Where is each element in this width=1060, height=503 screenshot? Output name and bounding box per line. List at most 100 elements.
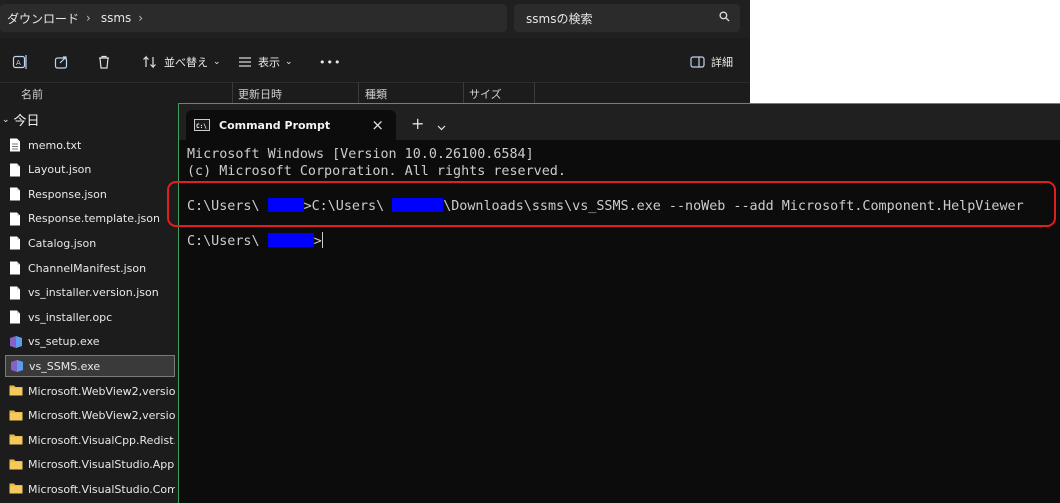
file-icon [9,163,21,177]
share-button[interactable] [54,52,70,72]
terminal-prompt-line: C:\Users\ > [187,232,323,249]
file-icon [9,261,21,275]
file-row[interactable]: memo.txt [5,134,175,156]
folder-icon [9,384,23,398]
prompt-text: C:\Users\ [187,234,260,249]
chevron-down-icon: ⌄ [285,57,293,67]
details-pane-icon [690,56,705,68]
rename-icon: A [12,55,27,69]
column-divider[interactable] [358,82,359,104]
new-tab-button[interactable]: + [411,114,424,133]
address-bar[interactable]: ダウンロード › ssms › [0,4,507,32]
share-icon [54,56,68,69]
file-row[interactable]: vs_setup.exe [5,331,175,353]
file-row[interactable]: Catalog.json [5,232,175,254]
terminal-line-copyright: (c) Microsoft Corporation. All rights re… [187,164,566,179]
chevron-down-icon[interactable] [437,116,446,135]
command-prompt-window: C:\ Command Prompt × + Microsoft Windows… [178,103,1060,503]
chevron-right-icon: › [86,11,91,25]
prompt-text: > [313,234,322,249]
file-name: Microsoft.VisualStudio.AppResp [28,458,175,472]
close-tab-icon[interactable]: × [371,116,384,134]
file-row[interactable]: Microsoft.WebView2,version=13 [5,380,175,402]
file-icon [9,187,21,201]
group-label: 今日 [13,114,40,129]
file-row[interactable]: Response.template.json [5,208,175,230]
file-row[interactable]: Response.json [5,183,175,205]
view-button[interactable]: 表示 ⌄ [238,52,293,72]
cmd-icon: C:\ [194,119,210,131]
tab-title: Command Prompt [219,118,331,132]
view-icon [239,57,251,67]
file-name: vs_installer.version.json [28,286,159,300]
trash-icon [99,55,109,69]
group-header-today[interactable]: ⌄ 今日 [2,110,40,129]
file-name: Microsoft.WebView2,version=13 [28,409,175,423]
column-divider[interactable] [534,82,535,104]
terminal-line-version: Microsoft Windows [Version 10.0.26100.65… [187,147,534,162]
rename-button[interactable]: A [12,52,28,72]
file-icon [9,286,21,300]
file-row[interactable]: Microsoft.VisualStudio.Commun [5,478,175,500]
search-input[interactable]: ssmsの検索 [526,10,719,27]
file-icon [9,236,21,250]
search-icon [719,11,730,25]
delete-button[interactable] [96,52,112,72]
chevron-right-icon[interactable]: › [138,11,143,25]
column-type[interactable]: 種類 [365,86,387,102]
details-label: 詳細 [711,56,733,69]
command-highlight-box [167,181,1056,227]
vs-installer-icon [9,335,22,349]
tab-command-prompt[interactable]: C:\ Command Prompt × [186,110,396,140]
column-modified[interactable]: 更新日時 [238,86,282,102]
breadcrumb-ssms[interactable]: ssms [101,11,131,25]
file-name: Microsoft.VisualStudio.Commun [28,482,175,496]
file-row[interactable]: Microsoft.WebView2,version=13 [5,405,175,427]
svg-text:C:\: C:\ [196,123,207,130]
chevron-down-icon: ⌄ [213,57,221,67]
file-row[interactable]: ChannelManifest.json [5,257,175,279]
column-size[interactable]: サイズ [469,86,502,102]
search-box[interactable]: ssmsの検索 [514,4,740,32]
redacted-username [267,233,314,247]
file-name: Response.template.json [28,212,160,226]
folder-icon [9,482,23,496]
file-name: vs_SSMS.exe [29,359,101,373]
file-name: ChannelManifest.json [28,261,147,275]
terminal-tab-bar: C:\ Command Prompt × + [179,104,1060,140]
sort-button[interactable]: 並べ替え ⌄ [142,52,221,72]
file-name: vs_installer.opc [28,310,113,324]
file-row[interactable]: vs_installer.opc [5,306,175,328]
address-bar-area: ダウンロード › ssms › ssmsの検索 [0,0,750,38]
command-bar: A 並べ替え ⌄ 表示 ⌄ ••• 詳細 [0,42,750,83]
file-row[interactable]: Layout.json [5,159,175,181]
view-label: 表示 [258,56,280,69]
file-name: Catalog.json [28,236,97,250]
folder-icon [9,433,23,447]
folder-icon [9,409,23,423]
file-name: Microsoft.VisualCpp.Redist.14.La [28,433,175,447]
svg-text:A: A [16,59,21,67]
sort-label: 並べ替え [164,56,208,69]
vs-installer-icon [10,359,23,373]
file-row[interactable]: vs_SSMS.exe [5,355,175,378]
file-name: Microsoft.WebView2,version=13 [28,384,175,398]
file-name: Response.json [28,187,107,201]
file-name: Layout.json [28,163,92,177]
column-name[interactable]: 名前 [21,86,43,102]
column-divider[interactable] [232,82,233,104]
chevron-down-icon: ⌄ [2,114,10,125]
file-icon [9,212,21,226]
column-headers: 名前 更新日時 種類 サイズ [0,82,750,104]
more-options-button[interactable]: ••• [319,52,341,72]
details-pane-button[interactable]: 詳細 [690,52,733,72]
file-row[interactable]: vs_installer.version.json [5,282,175,304]
file-row[interactable]: Microsoft.VisualStudio.AppResp [5,454,175,476]
column-divider[interactable] [463,82,464,104]
breadcrumb-downloads[interactable]: ダウンロード [7,10,79,27]
file-name: memo.txt [28,138,82,152]
folder-icon [9,458,23,472]
file-name: vs_setup.exe [28,335,100,349]
file-row[interactable]: Microsoft.VisualCpp.Redist.14.La [5,429,175,451]
text-cursor [321,232,323,248]
